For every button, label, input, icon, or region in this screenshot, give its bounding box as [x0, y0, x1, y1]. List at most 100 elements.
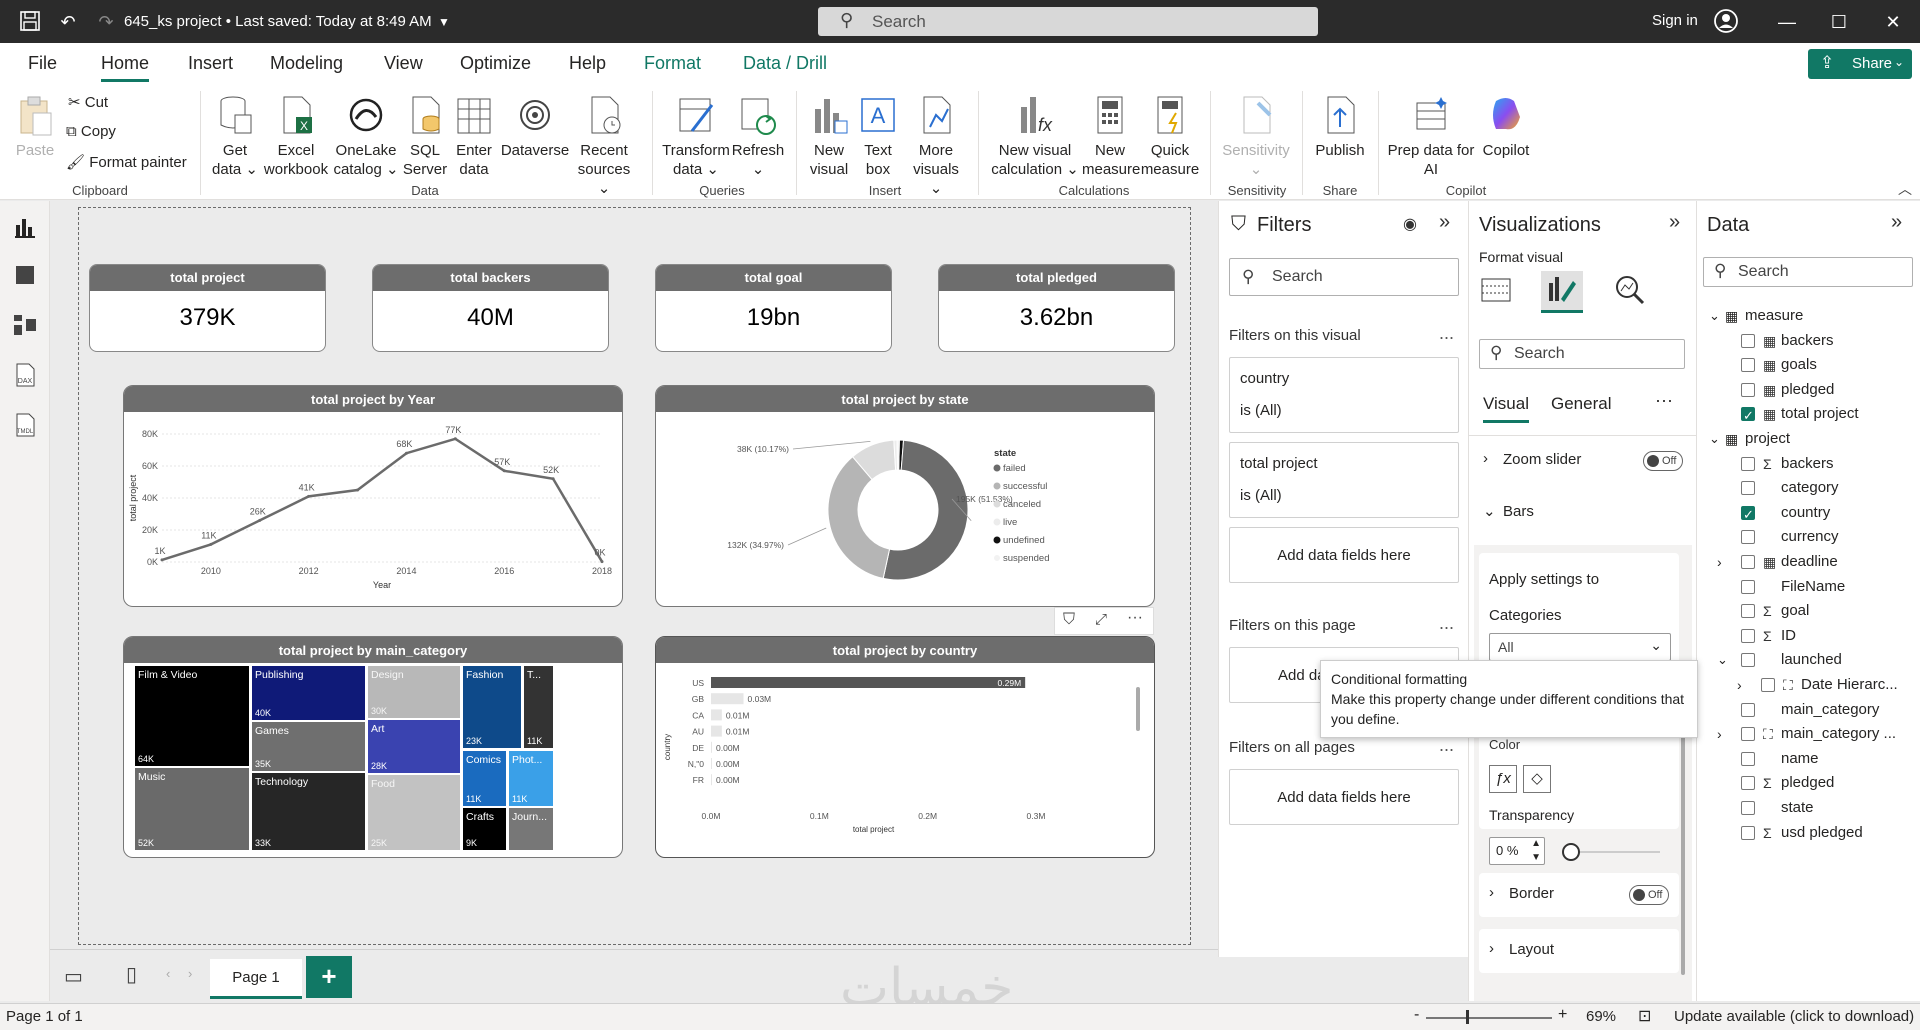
kpi-card-total-goal[interactable]: total goal 19bn: [655, 264, 892, 352]
format-painter-button[interactable]: 🖌 Format painter: [66, 153, 187, 171]
project-field[interactable]: currency: [1697, 525, 1919, 549]
project-field[interactable]: Σusd pledged: [1697, 821, 1919, 845]
tab-modeling[interactable]: Modeling: [270, 53, 343, 74]
get-data-button[interactable]: Get data ⌄: [210, 93, 260, 179]
desktop-layout-icon[interactable]: ▭: [64, 964, 83, 989]
sql-server-button[interactable]: SQL Server: [400, 93, 450, 179]
tab-format[interactable]: Format: [644, 53, 701, 74]
field-checkbox[interactable]: [1741, 530, 1755, 545]
recent-sources-button[interactable]: Recent sources ⌄: [570, 93, 638, 198]
field-checkbox[interactable]: [1741, 702, 1755, 717]
transparency-slider-thumb[interactable]: [1562, 843, 1580, 861]
tab-home[interactable]: Home: [101, 53, 150, 82]
update-available-link[interactable]: Update available (click to download): [1674, 1008, 1914, 1025]
layout-section[interactable]: › Layout: [1479, 929, 1679, 973]
table-project[interactable]: ⌄ ▦ project: [1705, 427, 1915, 451]
conditional-formatting-fx-button[interactable]: ƒx: [1489, 765, 1517, 793]
project-field[interactable]: Σgoal: [1697, 599, 1919, 623]
project-field[interactable]: main_category: [1697, 698, 1919, 722]
dax-query-view-icon[interactable]: DAX: [11, 361, 39, 389]
field-checkbox[interactable]: [1741, 333, 1755, 348]
mobile-layout-icon[interactable]: ▯: [126, 962, 137, 987]
field-checkbox[interactable]: [1741, 382, 1755, 397]
tab-data-drill[interactable]: Data / Drill: [743, 53, 827, 74]
project-field[interactable]: › ⛶ Date Hierarc...: [1697, 673, 1919, 697]
collapse-ribbon-icon[interactable]: ︿: [1898, 179, 1912, 199]
undo-icon[interactable]: ↶: [56, 10, 80, 34]
onelake-catalog-button[interactable]: OneLake catalog ⌄: [332, 93, 400, 179]
prep-data-for-ai-button[interactable]: Prep data for AI: [1386, 93, 1476, 179]
treemap-tile[interactable]: Design 30K: [367, 665, 461, 719]
treemap-tile[interactable]: Fashion 23K: [462, 665, 522, 749]
page-tab-page-1[interactable]: Page 1: [210, 959, 302, 999]
redo-icon[interactable]: ↷: [94, 10, 118, 34]
bars-section[interactable]: ⌄ Bars: [1473, 491, 1693, 535]
table-measure[interactable]: ⌄ ▦ measure: [1705, 304, 1915, 328]
new-visual-calculation-button[interactable]: fx New visual calculation ⌄: [986, 93, 1084, 179]
user-avatar-icon[interactable]: [1712, 8, 1740, 36]
sign-in-link[interactable]: Sign in: [1652, 12, 1698, 29]
field-checkbox[interactable]: [1741, 456, 1755, 471]
measure-field[interactable]: ▦ pledged: [1697, 378, 1919, 402]
document-title[interactable]: 645_ks project • Last saved: Today at 8:…: [124, 13, 432, 30]
treemap-tile[interactable]: Music 52K: [134, 767, 250, 851]
publish-button[interactable]: Publish: [1310, 93, 1370, 160]
treemap-tile[interactable]: Comics 11K: [462, 750, 507, 807]
add-data-fields-visual[interactable]: Add data fields here: [1229, 527, 1459, 583]
save-icon[interactable]: [18, 10, 42, 34]
report-view-icon[interactable]: [11, 213, 39, 241]
close-icon[interactable]: ✕: [1878, 8, 1908, 36]
zoom-slider-toggle[interactable]: Off: [1643, 451, 1683, 471]
new-visual-button[interactable]: New visual: [806, 93, 852, 179]
project-field[interactable]: Σpledged: [1697, 771, 1919, 795]
zoom-in-button[interactable]: +: [1558, 1006, 1567, 1024]
maximize-icon[interactable]: ☐: [1824, 8, 1854, 36]
project-field[interactable]: country: [1697, 501, 1919, 527]
paste-button[interactable]: Paste: [12, 93, 58, 160]
more-options-icon[interactable]: ...: [1439, 323, 1454, 344]
border-toggle[interactable]: Off: [1629, 885, 1669, 905]
filter-card-country[interactable]: country is (All): [1229, 357, 1459, 433]
zoom-out-button[interactable]: -: [1414, 1006, 1419, 1024]
tab-file[interactable]: File: [28, 53, 57, 74]
more-options-icon[interactable]: ...: [1439, 735, 1454, 756]
cut-button[interactable]: ✂ Cut: [68, 93, 108, 111]
tab-optimize[interactable]: Optimize: [460, 53, 531, 74]
kpi-card-total-project[interactable]: total project 379K: [89, 264, 326, 352]
treemap-tile[interactable]: Phot... 11K: [508, 750, 554, 807]
format-visual-icon[interactable]: [1541, 271, 1583, 313]
line-chart-visual[interactable]: total project by Year 0K 20K 40K 60K 80K 2010…: [123, 385, 623, 607]
project-field[interactable]: Σ ID: [1697, 624, 1919, 648]
field-checkbox[interactable]: [1741, 825, 1755, 840]
refresh-button[interactable]: Refresh ⌄: [730, 93, 786, 179]
filter-card-total-project[interactable]: total project is (All): [1229, 442, 1459, 518]
field-checkbox[interactable]: [1741, 555, 1755, 569]
add-page-button[interactable]: +: [306, 956, 352, 998]
new-measure-button[interactable]: New measure: [1082, 93, 1140, 179]
collapse-pane-icon[interactable]: »: [1669, 211, 1680, 234]
project-field[interactable]: › ▦ deadline: [1697, 550, 1919, 574]
bar-chart-visual[interactable]: total project by country US 0.29M GB 0.03M C…: [655, 636, 1155, 858]
treemap-tile[interactable]: Publishing 40K: [251, 665, 366, 721]
treemap-tile[interactable]: Crafts 9K: [462, 807, 507, 851]
add-data-fields-all-pages[interactable]: Add data fields here: [1229, 769, 1459, 825]
field-checkbox[interactable]: [1741, 503, 1755, 527]
analytics-icon[interactable]: [1613, 273, 1649, 309]
more-options-icon[interactable]: ···: [1127, 609, 1143, 627]
project-field[interactable]: ⌄ launched: [1697, 648, 1919, 672]
eye-icon[interactable]: ◉: [1403, 214, 1417, 234]
treemap-tile[interactable]: Journ...: [508, 807, 554, 851]
format-search-input[interactable]: ⚲ Search: [1479, 339, 1685, 369]
kpi-card-total-pledged[interactable]: total pledged 3.62bn: [938, 264, 1175, 352]
more-options-icon[interactable]: ...: [1439, 613, 1454, 634]
field-checkbox[interactable]: [1741, 727, 1755, 742]
project-field[interactable]: category: [1697, 476, 1919, 500]
excel-workbook-button[interactable]: X Excel workbook: [262, 93, 330, 179]
donut-chart-visual[interactable]: total project by state 195K (51.53%) 132K…: [655, 385, 1155, 607]
zoom-slider-section[interactable]: › Zoom slider Off: [1473, 439, 1693, 483]
measure-field[interactable]: ▦ backers: [1697, 329, 1919, 353]
zoom-slider-thumb[interactable]: [1466, 1010, 1469, 1024]
chevron-down-icon[interactable]: ▼: [432, 10, 456, 34]
filter-icon[interactable]: ⛉: [1063, 611, 1075, 629]
build-visual-icon[interactable]: [1479, 273, 1515, 309]
